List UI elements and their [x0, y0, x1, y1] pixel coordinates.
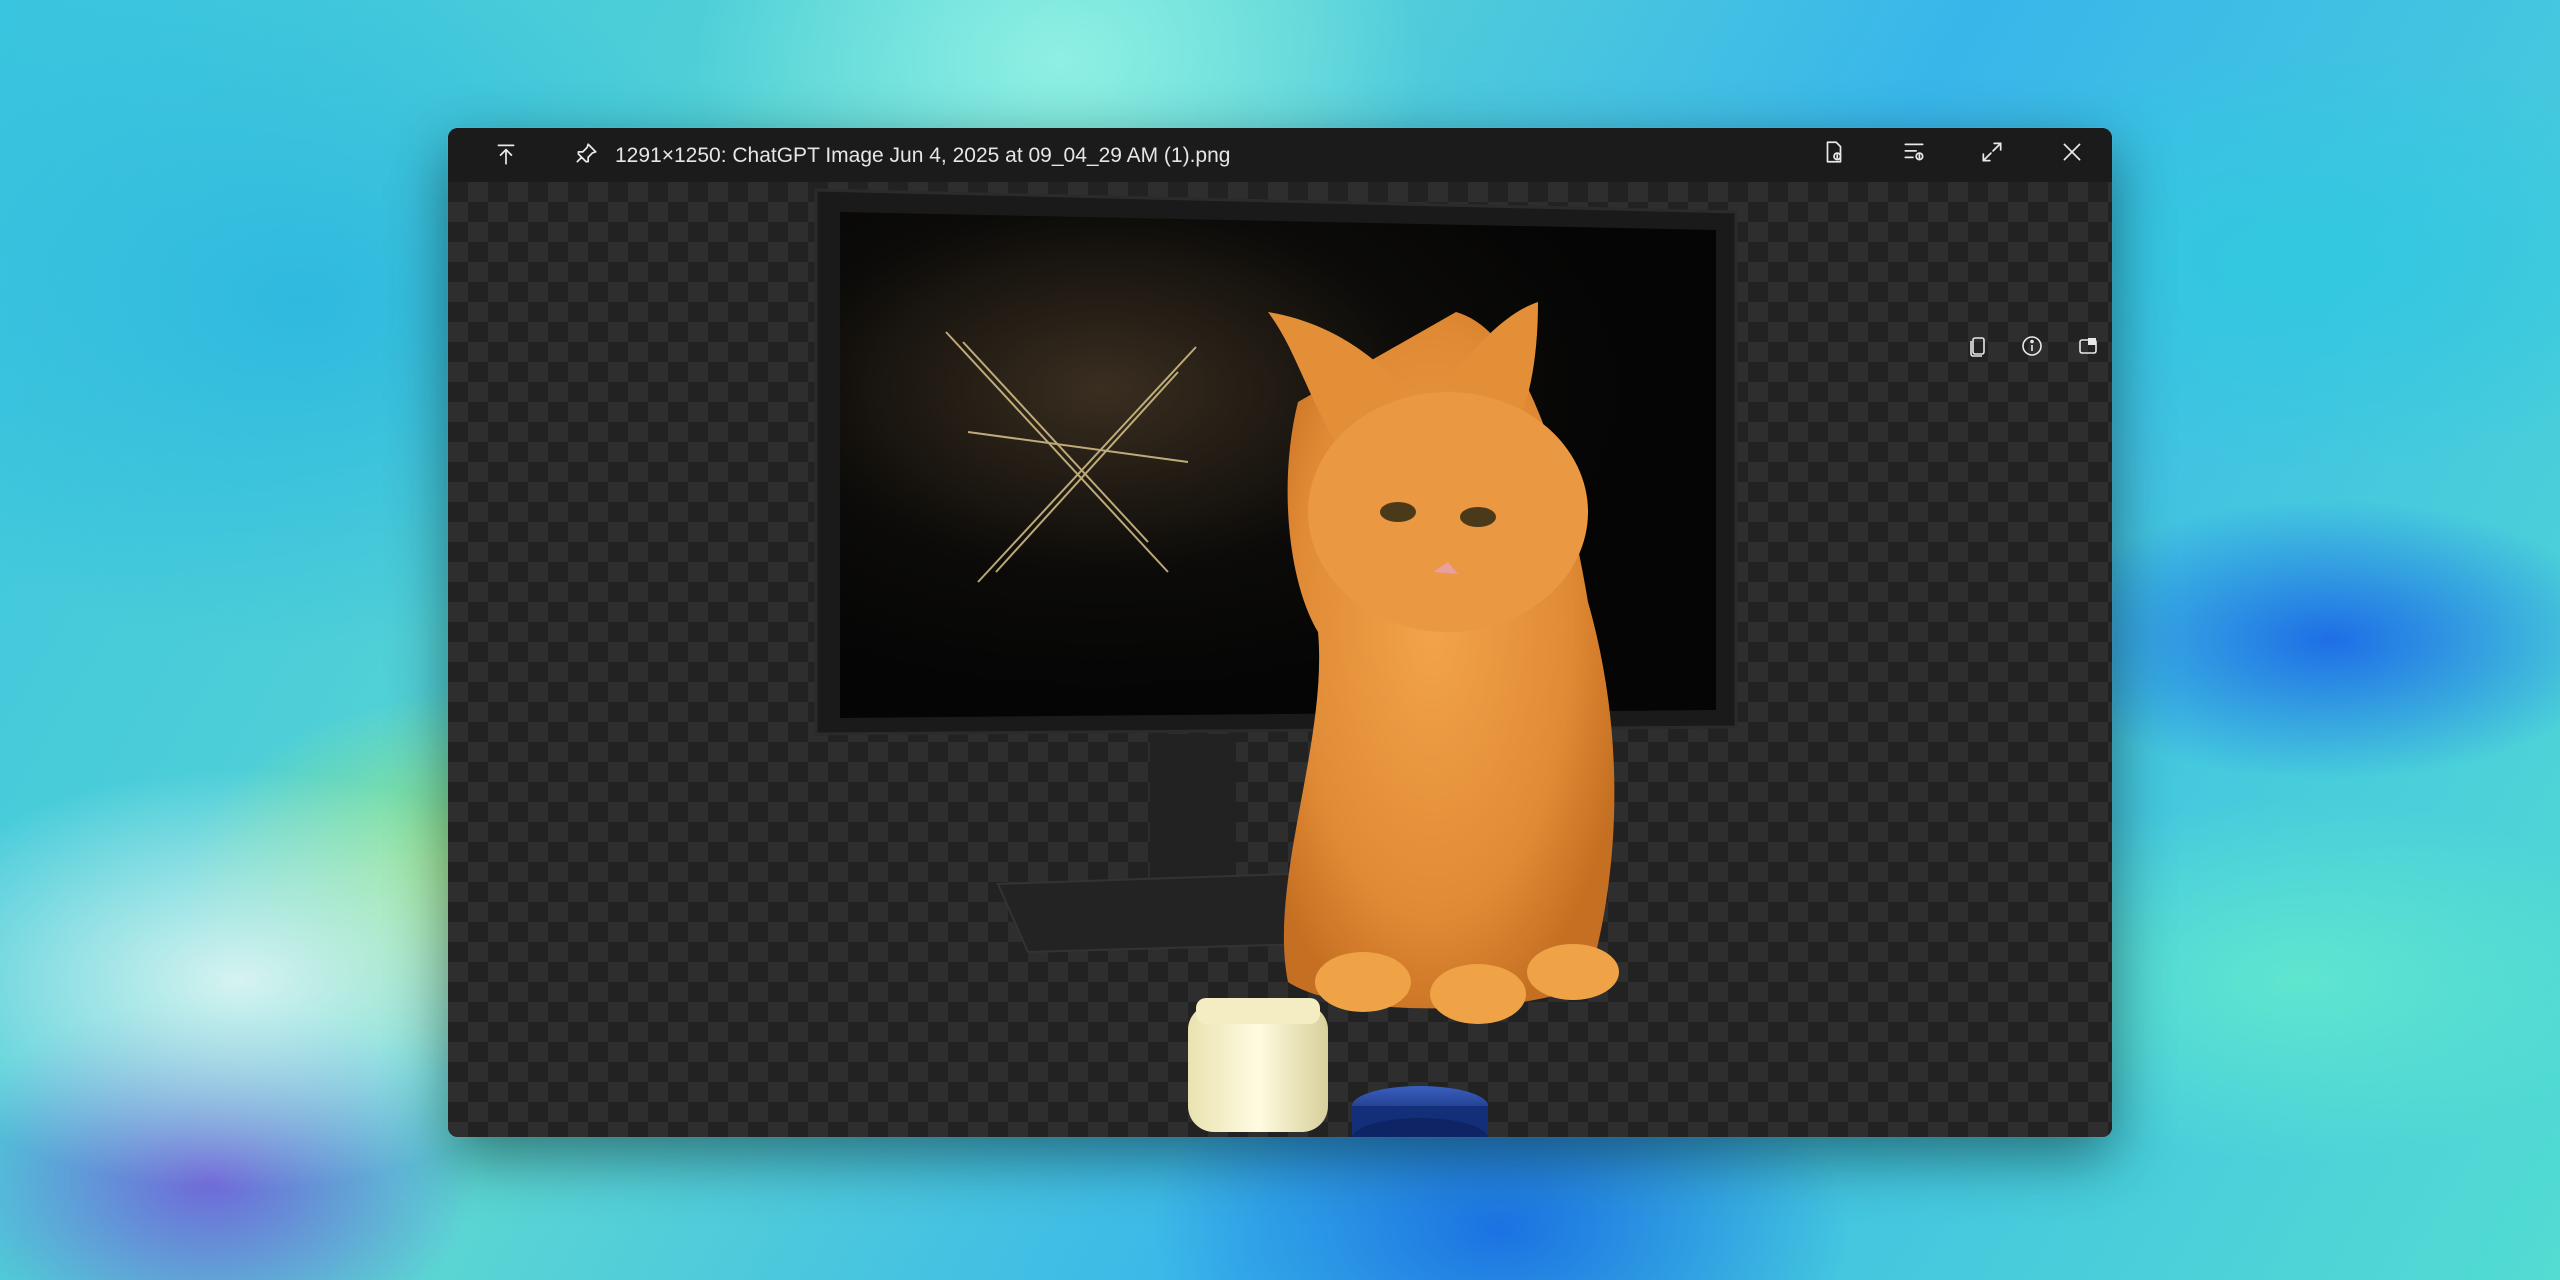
pin-button[interactable] [566, 136, 606, 176]
expand-button[interactable] [1972, 134, 2012, 174]
displayed-image [814, 188, 1738, 1137]
expand-icon [1979, 139, 2005, 170]
info-icon [2020, 334, 2044, 363]
save-image-icon [1821, 139, 1847, 170]
image-canvas[interactable] [448, 182, 2112, 1137]
lid [1352, 1086, 1488, 1137]
picture-in-picture-button[interactable] [2070, 330, 2106, 366]
copy-icon [1966, 334, 1990, 363]
window-title: 1291×1250: ChatGPT Image Jun 4, 2025 at … [615, 144, 1231, 167]
toggle-list-icon [1901, 139, 1927, 170]
close-button[interactable] [2052, 134, 2092, 174]
toggle-list-button[interactable] [1894, 134, 1934, 174]
picture-in-picture-icon [2076, 334, 2100, 363]
jar [1188, 998, 1328, 1132]
move-to-top-icon [493, 141, 519, 172]
info-button[interactable] [2014, 330, 2050, 366]
save-image-button[interactable] [1814, 134, 1854, 174]
pin-icon [573, 141, 599, 172]
copy-button[interactable] [1960, 330, 1996, 366]
title-bar[interactable]: 1291×1250: ChatGPT Image Jun 4, 2025 at … [448, 128, 2112, 182]
close-icon [2059, 139, 2085, 170]
image-viewer-window: 1291×1250: ChatGPT Image Jun 4, 2025 at … [448, 128, 2112, 1137]
move-to-top-button[interactable] [486, 136, 526, 176]
